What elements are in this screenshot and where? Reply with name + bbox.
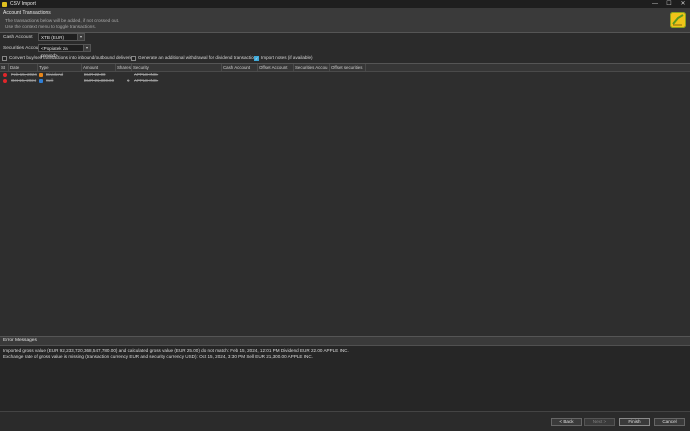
page-description-line-2: Use the context menu to toggle transacti… bbox=[5, 24, 96, 29]
column-header-shares[interactable]: Shares bbox=[116, 64, 132, 71]
sell-icon bbox=[39, 79, 43, 83]
convert-deliveries-checkbox[interactable] bbox=[2, 56, 7, 61]
column-header-cash-account[interactable]: Cash Account bbox=[222, 64, 258, 71]
chevron-down-icon[interactable]: ▾ bbox=[77, 33, 85, 41]
column-header-date[interactable]: Date bbox=[9, 64, 38, 71]
chevron-down-icon[interactable]: ▾ bbox=[83, 44, 91, 52]
import-notes-label: Import notes (if available) bbox=[261, 55, 313, 60]
page-description-line-1: The transactions below will be added, if… bbox=[5, 18, 120, 23]
column-header-type[interactable]: Type bbox=[38, 64, 82, 71]
table-header: St Date Type Amount Shares Security Cash… bbox=[0, 64, 690, 72]
next-button[interactable]: Next > bbox=[584, 418, 615, 426]
row-shares: 1 bbox=[127, 78, 130, 83]
wizard-footer: < Back Next > Finish Cancel bbox=[0, 411, 690, 431]
column-header-amount[interactable]: Amount bbox=[82, 64, 116, 71]
column-header-offset-securities[interactable]: Offset securities bbox=[330, 64, 366, 71]
error-messages-list[interactable]: Imported gross value (EUR 92,233,720,368… bbox=[0, 346, 690, 412]
error-status-icon bbox=[3, 79, 7, 83]
error-messages-panel: Error Messages Imported gross value (EUR… bbox=[0, 336, 690, 412]
column-header-securities-account[interactable]: Securities Accou bbox=[294, 64, 330, 71]
finish-button[interactable]: Finish bbox=[619, 418, 650, 426]
dividend-icon bbox=[39, 73, 43, 77]
error-message: Exchange rate of gross value is missing … bbox=[3, 354, 313, 359]
import-banner-icon bbox=[670, 12, 686, 28]
column-header-security[interactable]: Security bbox=[132, 64, 222, 71]
securities-account-select[interactable]: <Popiatek za prevod> bbox=[38, 44, 84, 58]
cash-account-label: Cash Account bbox=[3, 35, 33, 40]
convert-deliveries-label: Convert buy/sell transactions into inbou… bbox=[9, 55, 136, 60]
cancel-button[interactable]: Cancel bbox=[654, 418, 685, 426]
wizard-header: Account Transactions The transactions be… bbox=[0, 8, 690, 33]
page-title: Account Transactions bbox=[3, 10, 51, 16]
cash-account-select[interactable]: XTB (EUR) bbox=[38, 33, 78, 41]
error-messages-title: Error Messages bbox=[3, 338, 37, 343]
column-header-status[interactable]: St bbox=[0, 64, 9, 71]
title-bar: CSV Import — ☐ ✕ bbox=[0, 0, 690, 8]
import-notes-checkbox[interactable]: ✓ bbox=[254, 56, 259, 61]
securities-account-label: Securities Account bbox=[3, 46, 43, 51]
close-button[interactable]: ✕ bbox=[676, 0, 690, 8]
row-security: APPLE INC. bbox=[134, 78, 159, 83]
row-type: Sell bbox=[46, 78, 54, 83]
additional-withdrawal-checkbox[interactable] bbox=[131, 56, 136, 61]
minimize-button[interactable]: — bbox=[648, 0, 662, 8]
import-options: Convert buy/sell transactions into inbou… bbox=[0, 55, 690, 62]
error-message: Imported gross value (EUR 92,233,720,368… bbox=[3, 348, 349, 353]
window-title: CSV Import bbox=[10, 1, 36, 7]
app-icon bbox=[2, 1, 7, 7]
table-row[interactable]: Oct 15, 2024 Sell EUR 21,300.00 1 APPLE … bbox=[0, 78, 690, 84]
transactions-table[interactable]: St Date Type Amount Shares Security Cash… bbox=[0, 63, 690, 336]
maximize-button[interactable]: ☐ bbox=[662, 0, 676, 8]
error-messages-header: Error Messages bbox=[0, 337, 690, 346]
additional-withdrawal-label: Generate an additional withdrawal for di… bbox=[138, 55, 259, 60]
back-button[interactable]: < Back bbox=[551, 418, 582, 426]
row-date: Oct 15, 2024 bbox=[11, 78, 37, 83]
error-status-icon bbox=[3, 73, 7, 77]
column-header-offset-account[interactable]: Offset Account bbox=[258, 64, 294, 71]
row-amount: EUR 21,300.00 bbox=[84, 78, 115, 83]
